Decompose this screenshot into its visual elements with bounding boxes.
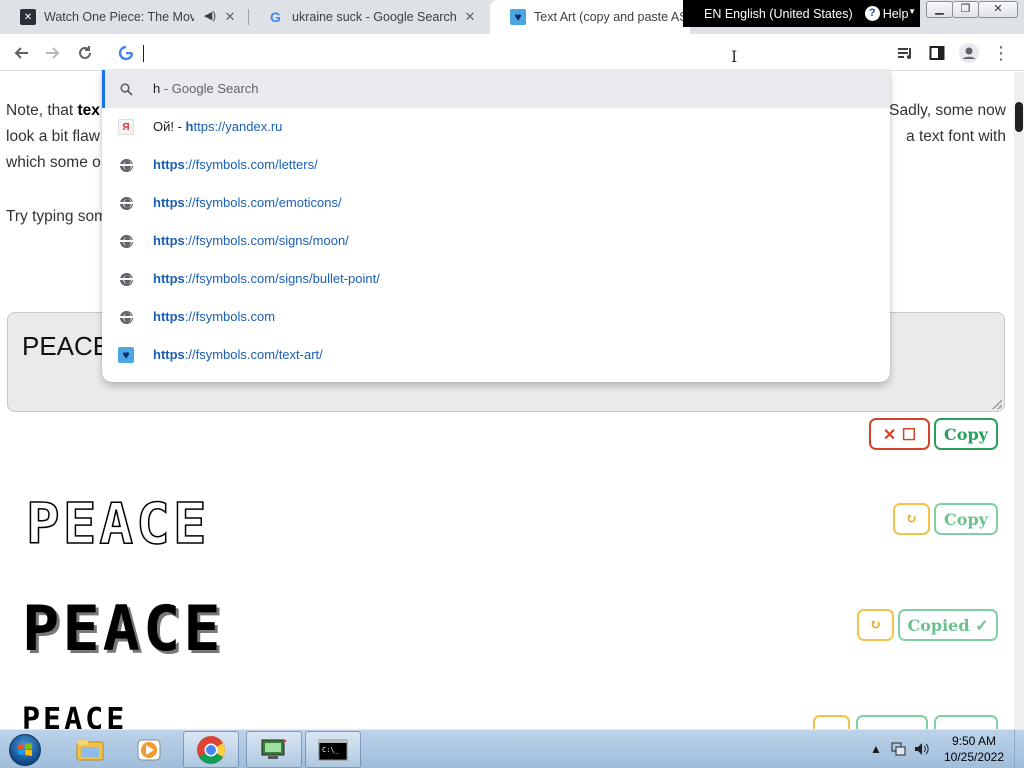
note-paragraph-right2: a text font with [906,128,1006,145]
clock-time: 9:50 AM [951,734,997,748]
restore-button[interactable]: ❐ [952,1,979,18]
tab-title: ukraine suck - Google Search [292,10,457,24]
start-button[interactable] [5,731,45,768]
suggestion-item[interactable]: https://fsymbols.com/letters/ [102,146,890,184]
minimize-button[interactable]: ▁ [926,1,953,18]
note-paragraph-line2: look a bit flaw [6,128,100,145]
windows-taskbar: C:\_ ▲ 9:50 AM 10/25/2022 [0,729,1024,768]
video-site-icon: ✕ [20,9,36,25]
profile-icon[interactable] [956,40,982,66]
windows-logo-icon [9,734,41,766]
suggestion-item[interactable]: https://fsymbols.com/signs/moon/ [102,222,890,260]
scrollbar-thumb[interactable] [1015,102,1023,132]
network-taskbar-button[interactable] [246,731,302,768]
omnibox-suggestions: h - Google Search Я Ой! - https://yandex… [102,70,890,382]
menu-icon[interactable]: ⋮ [988,40,1014,66]
globe-icon [118,271,134,287]
system-clock[interactable]: 9:50 AM 10/25/2022 [938,733,1010,765]
close-window-button[interactable]: ✕ [978,1,1018,18]
chevron-down-icon[interactable]: ▼ [908,7,916,16]
suggestion-item[interactable]: ♥ https://fsymbols.com/text-art/ [102,336,890,374]
tab-one-piece[interactable]: ✕ Watch One Piece: The Movie ◀) ✕ [0,0,248,34]
media-player-taskbar-button[interactable] [121,731,177,768]
yandex-icon: Я [118,119,134,135]
suggestion-item[interactable]: https://fsymbols.com/emoticons/ [102,184,890,222]
refresh-button[interactable]: ↻ [857,609,894,641]
note-paragraph-right1: Sadly, some now [889,102,1006,119]
note-paragraph-line3: which some o [6,154,101,171]
copy-button[interactable]: Copy [934,503,998,535]
side-panel-icon[interactable] [924,40,950,66]
language-bar[interactable]: EN English (United States) ? Help ▼ [683,0,920,27]
tab-text-art[interactable]: ♥ Text Art (copy and paste ASCII [490,0,690,34]
forward-button[interactable] [40,40,66,66]
search-icon [118,81,134,97]
globe-icon [118,195,134,211]
svg-text:G: G [270,9,281,25]
cmd-taskbar-button[interactable]: C:\_ [305,731,361,768]
refresh-button[interactable] [813,715,850,729]
suggestion-item[interactable]: Я Ой! - https://yandex.ru [102,108,890,146]
suggestion-item[interactable]: https://fsymbols.com/signs/bullet-point/ [102,260,890,298]
heart-icon: ♥ [118,347,134,363]
copy-button[interactable]: Copy [934,418,998,450]
copy-button[interactable] [934,715,998,729]
text-art-small: PEACE [22,702,128,729]
close-icon[interactable]: ✕ [462,9,478,25]
svg-text:C:\_: C:\_ [322,746,340,754]
copied-button[interactable]: Copied ✓ [898,609,998,641]
browser-toolbar: I ⋮ [0,34,1024,71]
network-icon[interactable] [891,742,907,759]
clear-button[interactable]: ✕ ☐ [869,418,930,450]
suggestion-item[interactable]: h - Google Search [102,70,890,108]
resize-handle[interactable] [992,399,1002,409]
tab-strip: ✕ Watch One Piece: The Movie ◀) ✕ G ukra… [0,0,1024,34]
help-label[interactable]: Help [883,7,909,21]
text-art-outline: PEACE [25,491,210,558]
text-caret [143,45,144,62]
show-desktop-button[interactable] [1014,730,1024,768]
note-paragraph: Note, that tex [6,102,100,119]
reload-button[interactable] [72,40,98,66]
try-typing-text: Try typing som [6,208,108,225]
globe-icon [118,309,134,325]
language-label[interactable]: EN English (United States) [704,7,853,21]
scrollbar[interactable] [1014,72,1024,729]
heart-icon: ♥ [510,9,526,25]
chrome-taskbar-button[interactable] [183,731,239,768]
tab-google-search[interactable]: G ukraine suck - Google Search ✕ [248,0,488,34]
reading-list-icon[interactable] [892,40,918,66]
tab-title: Watch One Piece: The Movie [44,10,194,24]
show-hidden-icons-icon[interactable]: ▲ [870,742,882,756]
suggestion-item[interactable]: https://fsymbols.com [102,298,890,336]
input-value[interactable]: PEACE [22,331,110,362]
globe-icon [118,233,134,249]
text-cursor-icon: I [731,47,738,66]
help-icon[interactable]: ? [864,6,880,21]
back-button[interactable] [8,40,34,66]
tab-title: Text Art (copy and paste ASCII [534,10,690,24]
speaker-icon[interactable]: ◀) [204,9,216,22]
clock-date: 10/25/2022 [943,750,1005,764]
refresh-button[interactable]: ↻ [893,503,930,535]
close-icon[interactable]: ✕ [222,9,238,25]
google-icon [118,45,134,61]
text-art-block: PEACE [22,592,224,665]
globe-icon [118,157,134,173]
volume-icon[interactable] [914,742,930,759]
google-icon: G [268,9,284,25]
explorer-taskbar-button[interactable] [62,731,118,768]
address-bar[interactable]: I [102,37,890,68]
copy-button[interactable] [856,715,928,729]
